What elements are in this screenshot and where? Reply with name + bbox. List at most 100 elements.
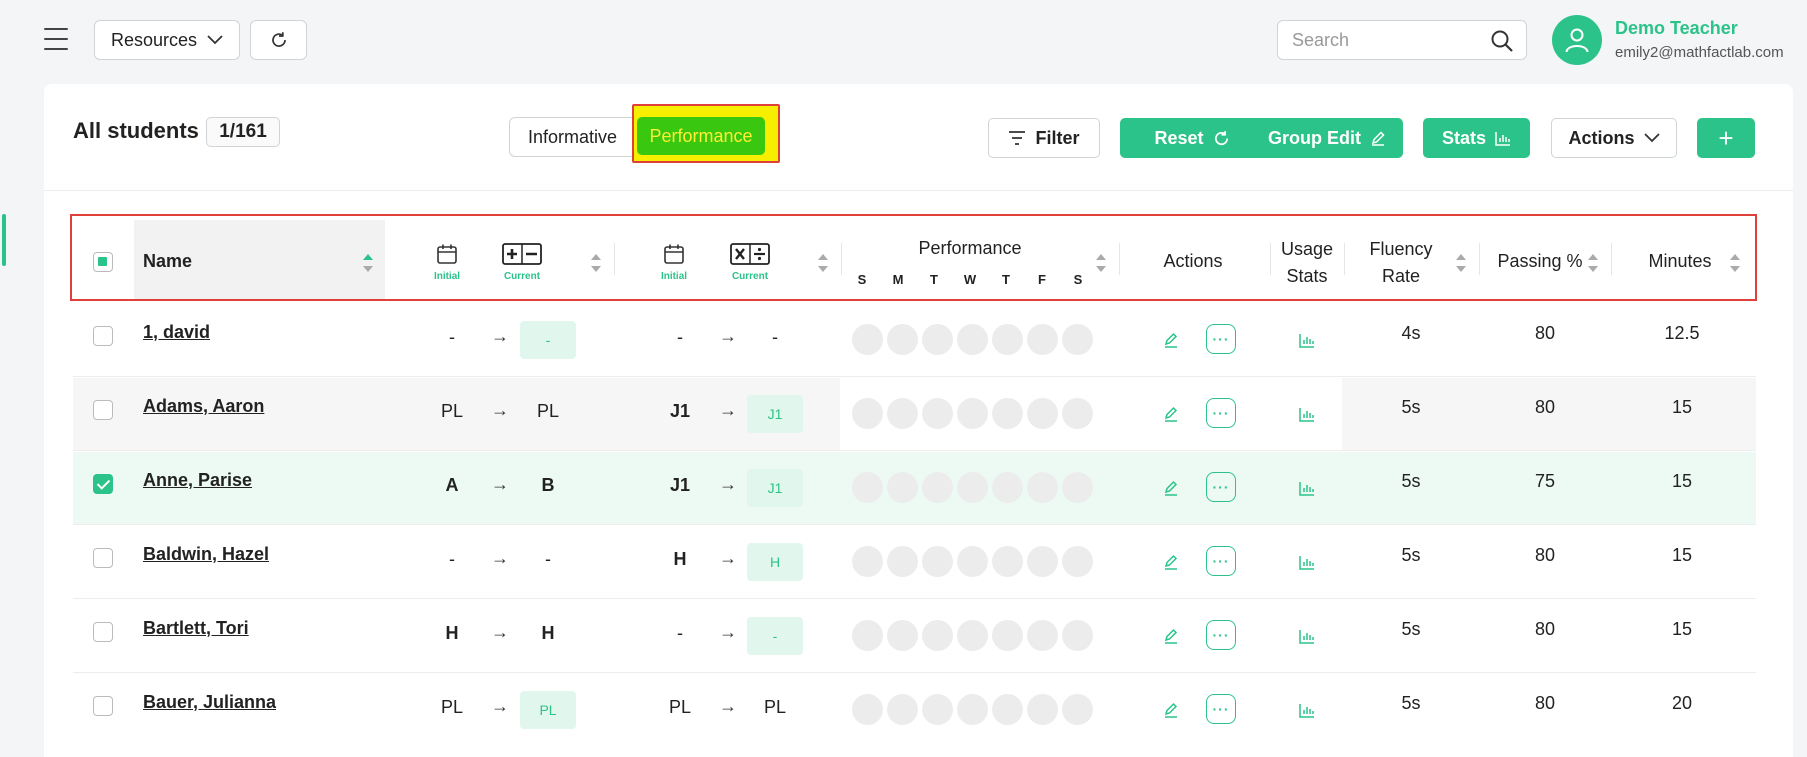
edit-icon[interactable]	[1163, 702, 1179, 718]
side-drawer-handle[interactable]	[2, 214, 6, 266]
reset-button[interactable]: Reset	[1120, 118, 1264, 158]
student-name-link[interactable]: Bartlett, Tori	[143, 618, 249, 639]
edit-icon[interactable]	[1163, 332, 1179, 348]
sort-performance[interactable]	[1096, 254, 1106, 272]
student-name-link[interactable]: Adams, Aaron	[143, 396, 264, 417]
column-header-minutes[interactable]: Minutes	[1630, 251, 1730, 272]
bar-chart-icon[interactable]	[1299, 629, 1315, 644]
more-options-button[interactable]: ···	[1206, 546, 1236, 576]
resources-dropdown[interactable]: Resources	[94, 20, 240, 60]
table-row[interactable]: Bartlett, Tori H → H - → - ··· 5s 80 15	[73, 600, 1756, 673]
tab-performance[interactable]: Performance	[637, 117, 765, 155]
column-separator	[614, 243, 615, 275]
column-header-fluency[interactable]: Fluency	[1355, 239, 1447, 260]
table-row[interactable]: Anne, Parise A → B J1 → J1 ··· 5s 75 15	[73, 452, 1756, 525]
sort-addition[interactable]	[591, 254, 601, 272]
initial-label: Initial	[660, 271, 688, 282]
refresh-button[interactable]	[250, 20, 307, 60]
stats-button[interactable]: Stats	[1423, 118, 1530, 158]
bar-chart-icon[interactable]	[1299, 703, 1315, 718]
table-row[interactable]: 1, david - → - - → - ··· 4s 80 12.5	[73, 304, 1756, 377]
student-name-link[interactable]: Baldwin, Hazel	[143, 544, 269, 565]
table-row[interactable]: Baldwin, Hazel - → - H → H ··· 5s 80 15	[73, 526, 1756, 599]
minutes: 15	[1671, 397, 1693, 417]
add-student-button[interactable]: +	[1697, 118, 1755, 158]
multiplication-current: J1	[747, 395, 803, 433]
day-label: F	[1038, 272, 1046, 287]
row-checkbox[interactable]	[93, 400, 113, 420]
sort-minutes[interactable]	[1730, 254, 1740, 272]
search-icon[interactable]	[1490, 29, 1514, 53]
arrow-right-icon: →	[491, 548, 509, 568]
column-header-passing[interactable]: Passing %	[1490, 251, 1590, 272]
row-checkbox[interactable]	[93, 326, 113, 346]
student-name-link[interactable]: Bauer, Julianna	[143, 692, 276, 713]
sort-multiplication[interactable]	[818, 254, 828, 272]
column-header-rate[interactable]: Rate	[1355, 266, 1447, 287]
bar-chart-icon[interactable]	[1299, 481, 1315, 496]
sort-name[interactable]	[363, 254, 373, 272]
student-name-link[interactable]: 1, david	[143, 322, 210, 343]
table-row[interactable]: Bauer, Julianna PL → PL PL → PL ··· 5s 8…	[73, 674, 1756, 747]
search-box	[1277, 20, 1527, 60]
edit-icon[interactable]	[1163, 554, 1179, 570]
avatar[interactable]	[1552, 15, 1602, 65]
performance-dot	[1027, 546, 1058, 577]
row-checkbox[interactable]	[93, 622, 113, 642]
performance-dot	[852, 694, 883, 725]
bar-chart-icon[interactable]	[1299, 555, 1315, 570]
performance-dot	[1062, 546, 1093, 577]
menu-icon[interactable]	[44, 28, 68, 50]
addition-current: -	[520, 321, 576, 359]
column-separator	[1479, 243, 1480, 275]
table-row[interactable]: Adams, Aaron PL → PL J1 → J1 ··· 5s 80 1…	[73, 378, 1756, 451]
student-name-link[interactable]: Anne, Parise	[143, 470, 252, 491]
multiplication-current: PL	[763, 697, 787, 717]
addition-current: B	[541, 475, 555, 495]
performance-dot	[957, 398, 988, 429]
sort-passing[interactable]	[1588, 254, 1598, 272]
bar-chart-icon[interactable]	[1299, 333, 1315, 348]
more-options-button[interactable]: ···	[1206, 472, 1236, 502]
addition-current: -	[545, 549, 551, 569]
tab-informative[interactable]: Informative	[510, 118, 635, 156]
row-checkbox[interactable]	[93, 474, 113, 494]
performance-dot	[992, 546, 1023, 577]
select-all-checkbox[interactable]	[93, 252, 113, 272]
search-input[interactable]	[1278, 21, 1478, 59]
multiplication-initial: PL	[668, 697, 692, 717]
sort-fluency[interactable]	[1456, 254, 1466, 272]
arrow-right-icon: →	[719, 622, 737, 642]
performance-dot	[852, 546, 883, 577]
current-label: Current	[731, 271, 769, 282]
performance-dot	[992, 398, 1023, 429]
more-options-button[interactable]: ···	[1206, 398, 1236, 428]
row-checkbox[interactable]	[93, 696, 113, 716]
column-separator	[1611, 243, 1612, 275]
arrow-right-icon: →	[719, 326, 737, 346]
pencil-icon	[1371, 131, 1385, 146]
performance-dot	[1062, 472, 1093, 503]
arrow-right-icon: →	[719, 548, 737, 568]
fluency-rate: 4s	[1401, 323, 1421, 343]
actions-dropdown[interactable]: Actions	[1551, 118, 1677, 158]
addition-current: H	[541, 623, 555, 643]
more-options-button[interactable]: ···	[1206, 620, 1236, 650]
passing-percent: 80	[1534, 619, 1556, 639]
filter-icon	[1009, 131, 1026, 145]
fluency-rate: 5s	[1401, 471, 1421, 491]
group-edit-button[interactable]: Group Edit	[1251, 118, 1403, 158]
row-checkbox[interactable]	[93, 548, 113, 568]
edit-icon[interactable]	[1163, 480, 1179, 496]
edit-icon[interactable]	[1163, 628, 1179, 644]
day-label: W	[963, 272, 977, 287]
more-options-button[interactable]: ···	[1206, 694, 1236, 724]
more-options-button[interactable]: ···	[1206, 324, 1236, 354]
arrow-right-icon: →	[719, 696, 737, 716]
filter-button[interactable]: Filter	[988, 118, 1100, 158]
bar-chart-icon[interactable]	[1299, 407, 1315, 422]
column-header-name[interactable]: Name	[143, 251, 192, 272]
performance-dot	[1062, 694, 1093, 725]
performance-dot	[1062, 398, 1093, 429]
edit-icon[interactable]	[1163, 406, 1179, 422]
